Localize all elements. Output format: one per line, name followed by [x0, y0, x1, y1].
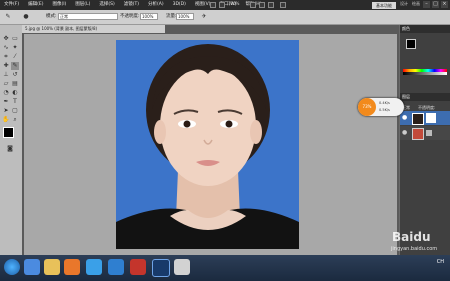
- color-panel-tab[interactable]: 颜色: [400, 25, 450, 33]
- flow-label: 流量:: [166, 14, 177, 19]
- minimize-icon[interactable]: –: [423, 1, 430, 8]
- zoom-tool-icon[interactable]: [259, 2, 265, 8]
- eyedropper-icon[interactable]: ⁄: [11, 53, 19, 61]
- menu-item[interactable]: 滤镜(T): [124, 1, 139, 9]
- pen-tool-icon[interactable]: ✒: [2, 98, 10, 106]
- menu-item[interactable]: 3D(D): [173, 1, 186, 9]
- layer-row-copy[interactable]: ●: [400, 111, 450, 125]
- document-tab[interactable]: 5.jpg @ 100% (背景 副本, 图层蒙版/8): [22, 25, 165, 33]
- workspace-tab[interactable]: 绘画: [412, 1, 420, 7]
- menu-item[interactable]: 文件(F): [4, 1, 19, 9]
- menu-item[interactable]: 图层(L): [75, 1, 90, 9]
- visibility-eye-icon[interactable]: ●: [402, 114, 407, 121]
- layer-mask-thumbnail[interactable]: [426, 113, 436, 123]
- layer-thumbnail: [412, 128, 424, 140]
- close-icon[interactable]: ×: [441, 1, 448, 8]
- maximize-icon[interactable]: □: [432, 1, 439, 8]
- flow-field[interactable]: 100%: [176, 13, 194, 20]
- cloud-app-icon[interactable]: [86, 259, 102, 275]
- history-brush-icon[interactable]: ↺: [11, 71, 19, 79]
- gradient-icon[interactable]: ▤: [11, 80, 19, 88]
- speed-percent: 73%: [358, 98, 376, 116]
- foreground-color-swatch[interactable]: [3, 127, 14, 138]
- gray-ramp[interactable]: [403, 72, 447, 75]
- dodge-tool-icon[interactable]: ◐: [11, 89, 19, 97]
- mode-label: 模式:: [46, 14, 57, 19]
- brush-tool-icon[interactable]: ✎: [4, 13, 12, 21]
- options-bar: ✎ ● 模式: 正常 不透明度: 100% 流量: 100% ✈: [0, 10, 450, 25]
- menu-item[interactable]: 分析(A): [148, 1, 164, 9]
- upload-speed: 0.4K/s: [379, 101, 390, 105]
- baidu-watermark-url: jingyan.baidu.com: [391, 246, 438, 252]
- panels-dock: 颜色 图层 正常 不透明度: ● ●: [400, 25, 450, 255]
- menu-item[interactable]: 编辑(E): [28, 1, 43, 9]
- start-button-icon[interactable]: [4, 259, 20, 275]
- rotate-view-icon[interactable]: [268, 2, 274, 8]
- toolbox: ✥ ▭ ∿ ✦ ⌗ ⁄ ✚ ✎ ⊥ ↺ ▱ ▤ ◔ ◐ ✒ T ➤ ▢ ✋ ⌕ …: [0, 25, 23, 255]
- app-icon[interactable]: [108, 259, 124, 275]
- workspace-tab[interactable]: 设计: [400, 1, 408, 7]
- photoshop-icon[interactable]: [152, 259, 170, 277]
- mini-bridge-icon[interactable]: [210, 2, 216, 8]
- media-icon[interactable]: [130, 259, 146, 275]
- portrait-illustration: [116, 44, 299, 249]
- visibility-eye-icon[interactable]: ●: [402, 129, 407, 136]
- move-tool-icon[interactable]: ✥: [2, 35, 10, 43]
- layers-panel-tab[interactable]: 图层: [400, 93, 450, 101]
- blur-tool-icon[interactable]: ◔: [2, 89, 10, 97]
- menu-item[interactable]: 图像(I): [52, 1, 66, 9]
- layer-thumbnail: [412, 113, 424, 125]
- paint-icon[interactable]: [174, 259, 190, 275]
- arrange-icon[interactable]: [219, 2, 225, 8]
- canvas[interactable]: 100% 文档:1.17M/2.56M: [24, 34, 399, 264]
- network-speed-widget[interactable]: 73% 0.4K/s 0.5K/s: [358, 98, 404, 116]
- lock-icon: [426, 130, 432, 136]
- explorer-icon[interactable]: [44, 259, 60, 275]
- mode-select[interactable]: 正常: [58, 13, 118, 20]
- document-area: 5.jpg @ 100% (背景 副本, 图层蒙版/8): [22, 25, 399, 264]
- path-select-icon[interactable]: ➤: [2, 107, 10, 115]
- crop-tool-icon[interactable]: ⌗: [2, 53, 10, 61]
- firefox-icon[interactable]: [64, 259, 80, 275]
- download-speed: 0.5K/s: [379, 108, 390, 112]
- opacity-field[interactable]: 100%: [140, 13, 158, 20]
- ie-icon[interactable]: [24, 259, 40, 275]
- quick-mask-icon[interactable]: ◙: [6, 145, 14, 153]
- hand-tool-icon[interactable]: ✋: [2, 116, 10, 124]
- menu-item[interactable]: 视图(V): [195, 1, 211, 9]
- system-tray: CH: [437, 259, 444, 265]
- eraser-icon[interactable]: ▱: [2, 80, 10, 88]
- type-tool-icon[interactable]: T: [11, 98, 19, 106]
- lasso-tool-icon[interactable]: ∿: [2, 44, 10, 52]
- marquee-tool-icon[interactable]: ▭: [11, 35, 19, 43]
- clone-stamp-icon[interactable]: ⊥: [2, 71, 10, 79]
- taskbar: CH: [0, 255, 450, 281]
- screen-mode-icon[interactable]: [280, 2, 286, 8]
- baidu-watermark: Baidu: [392, 230, 431, 244]
- app-menubar: 文件(F) 编辑(E) 图像(I) 图层(L) 选择(S) 滤镜(T) 分析(A…: [0, 0, 450, 10]
- brush-tool-icon[interactable]: ✎: [11, 62, 19, 70]
- airbrush-icon[interactable]: ✈: [200, 13, 208, 21]
- zoom-tool-icon[interactable]: ⌕: [11, 116, 19, 124]
- zoom-level[interactable]: 100%: [228, 1, 239, 6]
- layer-row-background[interactable]: ●: [400, 126, 450, 140]
- menu-item[interactable]: 选择(S): [99, 1, 114, 9]
- foreground-color-swatch[interactable]: [406, 39, 416, 49]
- magic-wand-icon[interactable]: ✦: [11, 44, 19, 52]
- workspace-button[interactable]: 基本功能: [372, 2, 396, 9]
- shape-tool-icon[interactable]: ▢: [11, 107, 19, 115]
- portrait-photo[interactable]: [116, 40, 299, 249]
- healing-brush-icon[interactable]: ✚: [2, 62, 10, 70]
- language-indicator[interactable]: CH: [437, 259, 444, 265]
- opacity-label: 不透明度:: [120, 14, 140, 19]
- brush-preset-icon[interactable]: ●: [22, 13, 30, 21]
- hand-tool-icon[interactable]: [250, 2, 256, 8]
